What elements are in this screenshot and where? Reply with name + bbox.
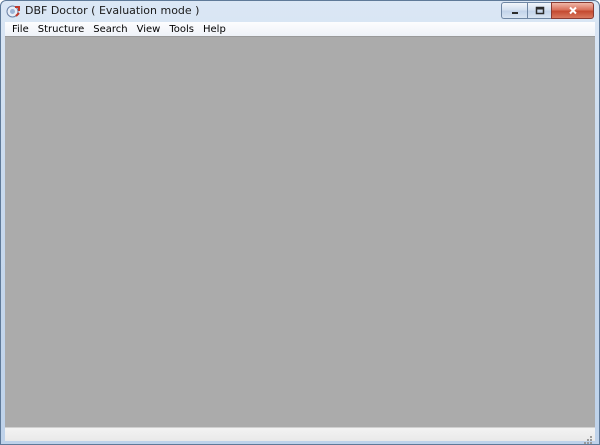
app-icon[interactable] — [6, 4, 21, 19]
menu-search[interactable]: Search — [89, 23, 132, 36]
close-button[interactable] — [551, 2, 594, 19]
title-bar[interactable]: DBF Doctor ( Evaluation mode ) — [1, 1, 599, 21]
mdi-client-area[interactable] — [5, 36, 595, 427]
app-window: DBF Doctor ( Evaluation mode ) File Stru… — [0, 0, 600, 445]
menu-view[interactable]: View — [133, 23, 166, 36]
menu-structure[interactable]: Structure — [34, 23, 90, 36]
minimize-icon — [511, 11, 518, 14]
resize-grip-icon[interactable] — [583, 430, 593, 444]
menu-help[interactable]: Help — [199, 23, 231, 36]
caption-buttons — [501, 2, 594, 19]
minimize-button[interactable] — [501, 2, 527, 19]
status-bar — [5, 427, 595, 444]
maximize-icon — [535, 6, 544, 15]
menu-bar: File Structure Search View Tools Help — [5, 22, 595, 36]
close-icon — [568, 6, 577, 15]
menu-tools[interactable]: Tools — [165, 23, 199, 36]
menu-file[interactable]: File — [8, 23, 34, 36]
maximize-button[interactable] — [527, 2, 551, 19]
window-title: DBF Doctor ( Evaluation mode ) — [25, 4, 200, 17]
